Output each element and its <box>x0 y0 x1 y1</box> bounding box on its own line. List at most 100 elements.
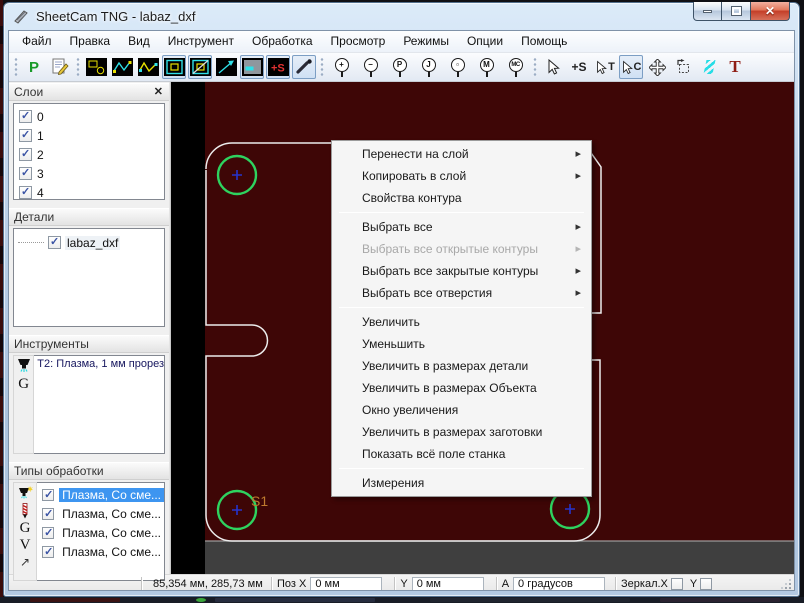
select-tool-button[interactable] <box>541 55 565 79</box>
context-menu-item-copy-to-layer[interactable]: Копировать в слой <box>333 165 590 187</box>
layer-checkbox[interactable] <box>19 166 32 180</box>
menu-help[interactable]: Помощь <box>512 31 576 52</box>
layer-checkbox[interactable] <box>19 147 32 161</box>
toolbar-grip[interactable] <box>320 57 324 77</box>
zoom-part-button[interactable]: P <box>386 55 413 79</box>
menu-tool[interactable]: Инструмент <box>159 31 243 52</box>
toolbar-grip[interactable] <box>14 57 18 77</box>
layer-checkbox[interactable] <box>19 185 32 199</box>
rotate-part-button[interactable] <box>671 55 695 79</box>
resize-grip[interactable] <box>780 577 794 591</box>
drawing-canvas[interactable]: S1 Перенести на слой Копировать в слой С… <box>171 82 794 574</box>
show-part-toolpath-button[interactable] <box>188 55 212 79</box>
zoom-machine-button[interactable]: MC <box>502 55 529 79</box>
gcode-operation-icon[interactable]: G <box>20 521 31 536</box>
tools-list[interactable]: T2: Плазма, 1 мм прорез <box>34 355 165 454</box>
menu-file[interactable]: Файл <box>13 31 61 52</box>
operation-checkbox[interactable] <box>42 507 55 520</box>
menu-operations[interactable]: Обработка <box>243 31 322 52</box>
zoom-window-icon: ▫ <box>450 57 465 72</box>
restore-button[interactable] <box>722 2 750 21</box>
layer-checkbox[interactable] <box>19 128 32 142</box>
mirror-y-checkbox[interactable] <box>700 577 713 590</box>
context-menu-item-move-to-layer[interactable]: Перенести на слой <box>333 143 590 165</box>
operation-row[interactable]: Плазма, Со сме... <box>37 523 164 542</box>
operations-list[interactable]: Плазма, Со сме... Плазма, Со сме... Плаз… <box>37 482 165 581</box>
move-part-button[interactable] <box>645 55 669 79</box>
toolbar-grip[interactable] <box>533 57 537 77</box>
menu-options[interactable]: Опции <box>458 31 512 52</box>
measure-button[interactable] <box>697 55 721 79</box>
context-menu-item-zoom-out[interactable]: Уменьшить <box>333 333 590 355</box>
context-menu-item-select-holes[interactable]: Выбрать все отверстия <box>333 282 590 304</box>
context-menu-item-zoom-window[interactable]: Окно увеличения <box>333 399 590 421</box>
zoom-out-button[interactable]: − <box>357 55 384 79</box>
title-bar[interactable]: SheetCam TNG - labaz_dxf ✕ <box>4 2 799 30</box>
set-start-point-button[interactable]: +S <box>567 55 591 79</box>
minimize-button[interactable] <box>693 2 722 21</box>
context-menu-item-select-all[interactable]: Выбрать все <box>333 216 590 238</box>
zoom-material-button[interactable]: M <box>473 55 500 79</box>
operation-row[interactable]: Плазма, Со сме... <box>37 504 164 523</box>
layers-list[interactable]: 0 1 2 3 4 <box>13 103 165 200</box>
context-menu-item-zoom-in[interactable]: Увеличить <box>333 311 590 333</box>
layer-row[interactable]: 4 <box>14 183 164 199</box>
close-button[interactable]: ✕ <box>750 2 790 21</box>
pos-x-value[interactable]: 0 мм <box>310 576 383 590</box>
zoom-window-button[interactable]: ▫ <box>444 55 471 79</box>
show-drawing-button[interactable] <box>84 55 108 79</box>
context-menu-item-measure[interactable]: Измерения <box>333 472 590 494</box>
select-contour-button[interactable]: C <box>619 55 643 79</box>
gcode-icon[interactable]: G <box>18 377 29 392</box>
post-process-button[interactable]: P <box>22 55 46 79</box>
operation-checkbox[interactable] <box>42 488 55 501</box>
menu-edit[interactable]: Правка <box>61 31 120 52</box>
tools-strip: G <box>13 355 35 454</box>
zoom-in-button[interactable]: + <box>328 55 355 79</box>
layer-row[interactable]: 1 <box>14 126 164 145</box>
menu-display[interactable]: Просмотр <box>322 31 395 52</box>
layer-row[interactable]: 0 <box>14 107 164 126</box>
context-menu-item-select-closed-contours[interactable]: Выбрать все закрытые контуры <box>333 260 590 282</box>
parts-tree[interactable]: labaz_dxf <box>13 228 165 327</box>
operation-checkbox[interactable] <box>42 545 55 558</box>
plasma-torch-icon[interactable] <box>16 358 32 375</box>
part-checkbox[interactable] <box>48 235 61 249</box>
show-direction-button[interactable] <box>214 55 238 79</box>
pen-tool-button[interactable] <box>292 55 316 79</box>
operation-row[interactable]: Плазма, Со сме... <box>37 485 164 504</box>
part-row[interactable]: labaz_dxf <box>14 233 164 252</box>
zoom-job-button[interactable]: J <box>415 55 442 79</box>
show-part-button[interactable] <box>162 55 186 79</box>
context-menu-item-zoom-object[interactable]: Увеличить в размерах Объекта <box>333 377 590 399</box>
cursor-icon <box>548 59 560 75</box>
context-menu-item-zoom-material[interactable]: Увеличить в размерах заготовки <box>333 421 590 443</box>
context-menu-item-zoom-part[interactable]: Увеличить в размерах детали <box>333 355 590 377</box>
layer-row[interactable]: 2 <box>14 145 164 164</box>
layer-row[interactable]: 3 <box>14 164 164 183</box>
plasma-operation-icon[interactable] <box>17 485 34 501</box>
angle-value[interactable]: 0 градусов <box>513 576 606 590</box>
mirror-x-checkbox[interactable] <box>670 577 683 590</box>
text-tool-button[interactable]: T <box>723 55 747 79</box>
vcarve-operation-icon[interactable]: V <box>20 538 31 553</box>
edit-post-button[interactable] <box>48 55 72 79</box>
operation-row[interactable]: Плазма, Со сме... <box>37 542 164 561</box>
context-menu-item-show-machine[interactable]: Показать всё поле станка <box>333 443 590 465</box>
tool-row[interactable]: T2: Плазма, 1 мм прорез <box>34 356 164 370</box>
menu-view[interactable]: Вид <box>119 31 159 52</box>
show-toolpath-button[interactable] <box>136 55 160 79</box>
show-rapids-button[interactable] <box>110 55 134 79</box>
layer-checkbox[interactable] <box>19 109 32 123</box>
pos-y-value[interactable]: 0 мм <box>411 576 484 590</box>
drill-operation-icon[interactable] <box>19 503 31 519</box>
arrow-operation-icon[interactable]: ↗ <box>20 555 30 569</box>
toolbar-grip[interactable] <box>76 57 80 77</box>
context-menu-item-contour-properties[interactable]: Свойства контура <box>333 187 590 209</box>
show-material-button[interactable] <box>240 55 264 79</box>
select-toolpath-button[interactable]: T <box>593 55 617 79</box>
operation-checkbox[interactable] <box>42 526 55 539</box>
layers-panel-close-icon[interactable]: ✕ <box>154 87 163 98</box>
menu-modes[interactable]: Режимы <box>394 31 458 52</box>
show-pierce-points-button[interactable]: +S <box>266 55 290 79</box>
